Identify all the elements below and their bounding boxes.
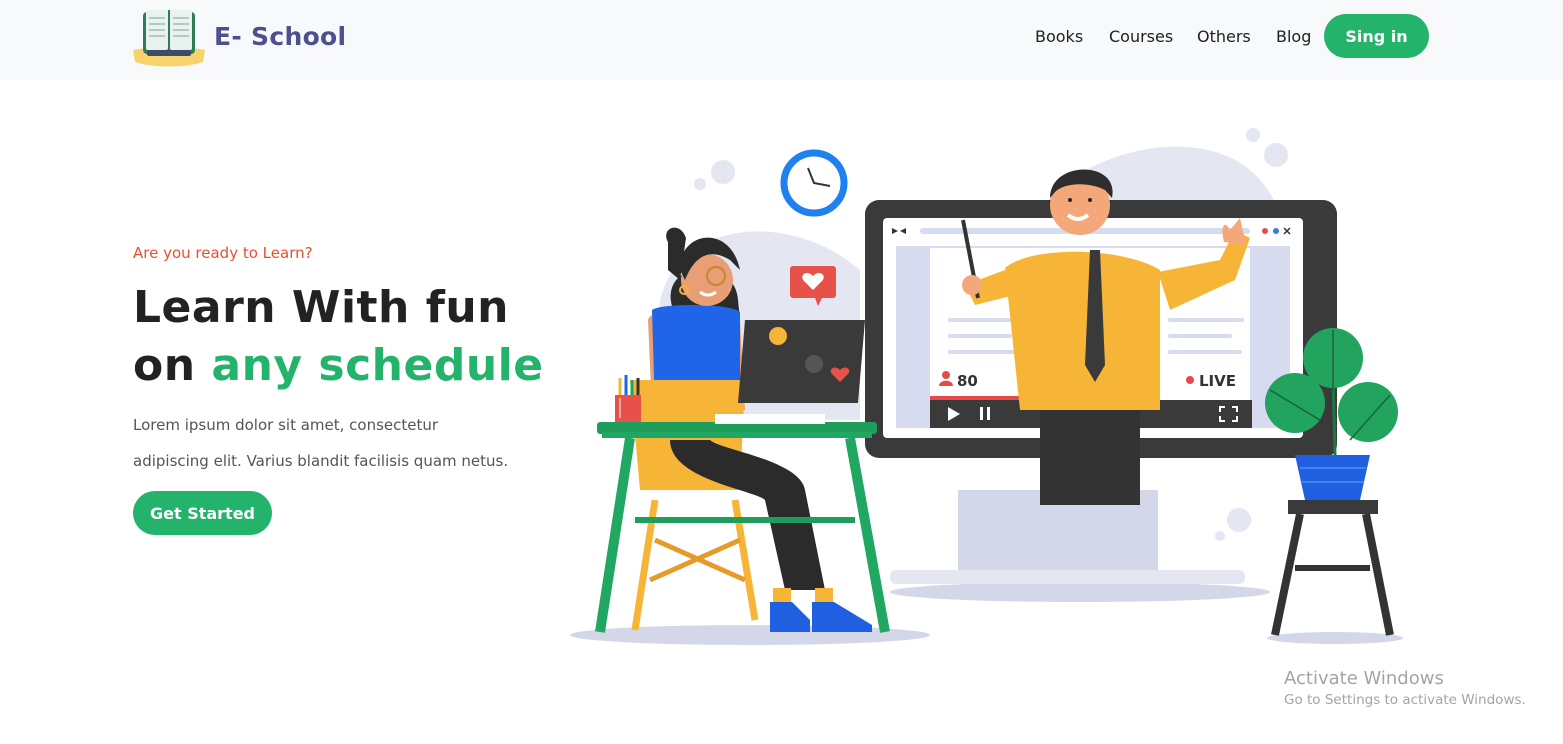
hero-illustration: 80 LIVE <box>570 128 1403 645</box>
hero-description: Lorem ipsum dolor sit amet, consectetur … <box>133 416 509 470</box>
live-label: LIVE <box>1199 372 1236 390</box>
nav-link-others[interactable]: Others <box>1197 27 1251 46</box>
nav-link-courses[interactable]: Courses <box>1109 27 1173 46</box>
windows-activation-watermark: Activate Windows Go to Settings to activ… <box>1284 668 1526 708</box>
hero-headline: Learn With fun on any schedule <box>133 279 544 395</box>
clock-icon <box>780 149 848 217</box>
hero-kicker: Are you ready to Learn? <box>133 244 313 262</box>
headline-accent: any schedule <box>211 340 544 391</box>
viewer-count: 80 <box>957 372 978 390</box>
navbar: E- School Books Courses Others Blog Sing… <box>0 0 1563 80</box>
watermark-title: Activate Windows <box>1284 668 1444 689</box>
watermark-subtitle: Go to Settings to activate Windows. <box>1284 692 1526 708</box>
live-dot-icon <box>1186 376 1194 384</box>
nav-link-books[interactable]: Books <box>1035 27 1083 46</box>
nav-link-blog[interactable]: Blog <box>1276 27 1311 46</box>
headline-line-2-prefix: on <box>133 340 196 391</box>
brand-name[interactable]: E- School <box>214 22 346 51</box>
headline-line-1: Learn With fun <box>133 282 509 333</box>
signin-button[interactable]: Sing in <box>1324 14 1429 58</box>
get-started-button[interactable]: Get Started <box>133 491 272 535</box>
